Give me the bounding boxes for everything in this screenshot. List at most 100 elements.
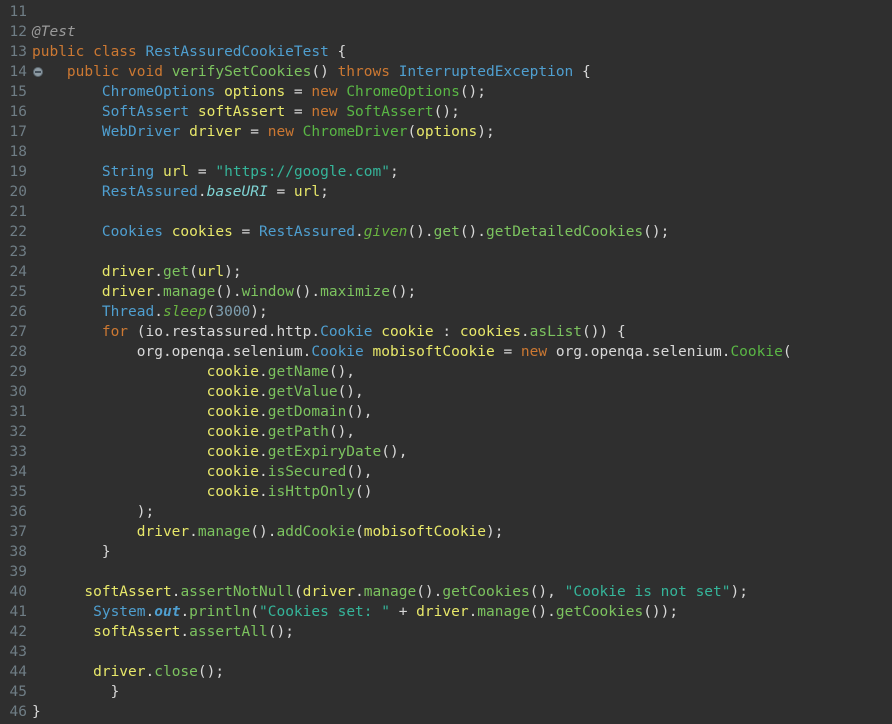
code-token: { [328,44,347,60]
line-number: 29 [9,364,27,380]
code-token: . [259,384,268,400]
code-token: cookie [381,324,434,340]
code-token: } [32,544,111,560]
code-line[interactable]: cookie.isSecured(), [31,462,892,482]
code-line[interactable]: ChromeOptions options = new ChromeOption… [31,82,892,102]
code-line[interactable]: driver.manage().window().maximize(); [31,282,892,302]
code-token: ( [293,584,303,600]
code-line[interactable]: WebDriver driver = new ChromeDriver(opti… [31,122,892,142]
code-token: "Cookies set: " [259,604,390,620]
code-token: driver [416,604,469,620]
code-line[interactable] [31,2,892,22]
code-line[interactable]: driver.close(); [31,662,892,682]
code-line[interactable]: softAssert.assertNotNull(driver.manage()… [31,582,892,602]
line-number: 41 [9,604,27,620]
code-token: manage [477,604,530,620]
code-line[interactable]: cookie.isHttpOnly() [31,482,892,502]
code-token: ChromeOptions [101,84,216,100]
code-token: (). [293,284,321,300]
code-line[interactable]: System.out.println("Cookies set: " + dri… [31,602,892,622]
code-token: (), [337,384,364,400]
code-line[interactable]: } [31,542,892,562]
code-content-area[interactable]: @Test public class RestAssuredCookieTest … [31,0,892,722]
code-line[interactable] [31,562,892,582]
code-token: ; [320,184,329,200]
code-line[interactable] [31,142,892,162]
code-line[interactable]: ); [31,502,892,522]
code-line[interactable]: Thread.sleep(3000); [31,302,892,322]
code-token: get [433,224,460,240]
code-token: (); [390,284,417,300]
code-token: Cookie [311,344,364,360]
code-token: RestAssuredCookieTest [145,44,329,60]
code-line[interactable]: cookie.getDomain(), [31,402,892,422]
code-token: SoftAssert [346,104,434,120]
code-line[interactable]: public void verifySetCookies() throws In… [31,62,892,82]
code-token: given [363,224,408,240]
code-line[interactable]: cookie.getValue(), [31,382,892,402]
code-line[interactable]: SoftAssert softAssert = new SoftAssert()… [31,102,892,122]
code-line[interactable]: Cookies cookies = RestAssured.given().ge… [31,222,892,242]
line-number-gutter[interactable]: 11 12 13 14 15 16 17 18 19 20 21 22 23 24 25 26 27 28 29 30… [0,0,43,722]
code-token: . [468,604,478,620]
code-line[interactable]: cookie.getPath(), [31,422,892,442]
code-token: new [311,104,347,120]
code-editor[interactable]: 11 12 13 14 15 16 17 18 19 20 21 22 23 24 25 26 27 28 29 30… [0,0,892,724]
code-token: new [267,124,303,140]
code-line[interactable]: driver.get(url); [31,262,892,282]
code-token: . [145,604,155,620]
code-token: cookie [206,384,259,400]
code-line[interactable]: driver.manage().addCookie(mobisoftCookie… [31,522,892,542]
code-line[interactable]: for (io.restassured.http.Cookie cookie :… [31,322,892,342]
code-line[interactable]: cookie.getName(), [31,362,892,382]
code-line[interactable]: cookie.getExpiryDate(), [31,442,892,462]
code-token: (), [346,464,373,480]
code-token: cookie [206,404,259,420]
line-number: 43 [9,644,27,660]
code-token: WebDriver [101,124,181,140]
code-token: org.openqa.selenium. [555,344,731,360]
code-token: url [293,184,321,200]
code-line[interactable]: public class RestAssuredCookieTest { [31,42,892,62]
code-line[interactable]: org.openqa.selenium.Cookie mobisoftCooki… [31,342,892,362]
code-token: ()) { [582,324,626,340]
line-number: 46 [9,704,27,720]
line-number: 31 [9,404,27,420]
code-token: ); [730,584,748,600]
code-token: (), [346,404,373,420]
code-line[interactable]: } [31,702,892,722]
line-number: 11 [9,4,27,20]
code-token: baseURI [206,184,268,200]
code-token: cookies [459,324,521,340]
code-token: (), [529,584,565,600]
code-line[interactable]: softAssert.assertAll(); [31,622,892,642]
code-token: ChromeOptions [346,84,460,100]
code-line[interactable]: @Test [31,22,892,42]
code-token: . [259,484,268,500]
code-token: mobisoftCookie [363,524,487,540]
code-line[interactable]: String url = "https://google.com"; [31,162,892,182]
code-line[interactable]: RestAssured.baseURI = url; [31,182,892,202]
code-token: manage [363,584,417,600]
code-token: ); [250,304,268,320]
code-token: driver [302,584,356,600]
code-line[interactable] [31,202,892,222]
code-line[interactable] [31,642,892,662]
code-token: getValue [267,384,338,400]
code-line[interactable] [31,242,892,262]
code-line[interactable]: } [31,682,892,702]
code-token: driver [189,124,242,140]
code-token: manage [197,524,251,540]
